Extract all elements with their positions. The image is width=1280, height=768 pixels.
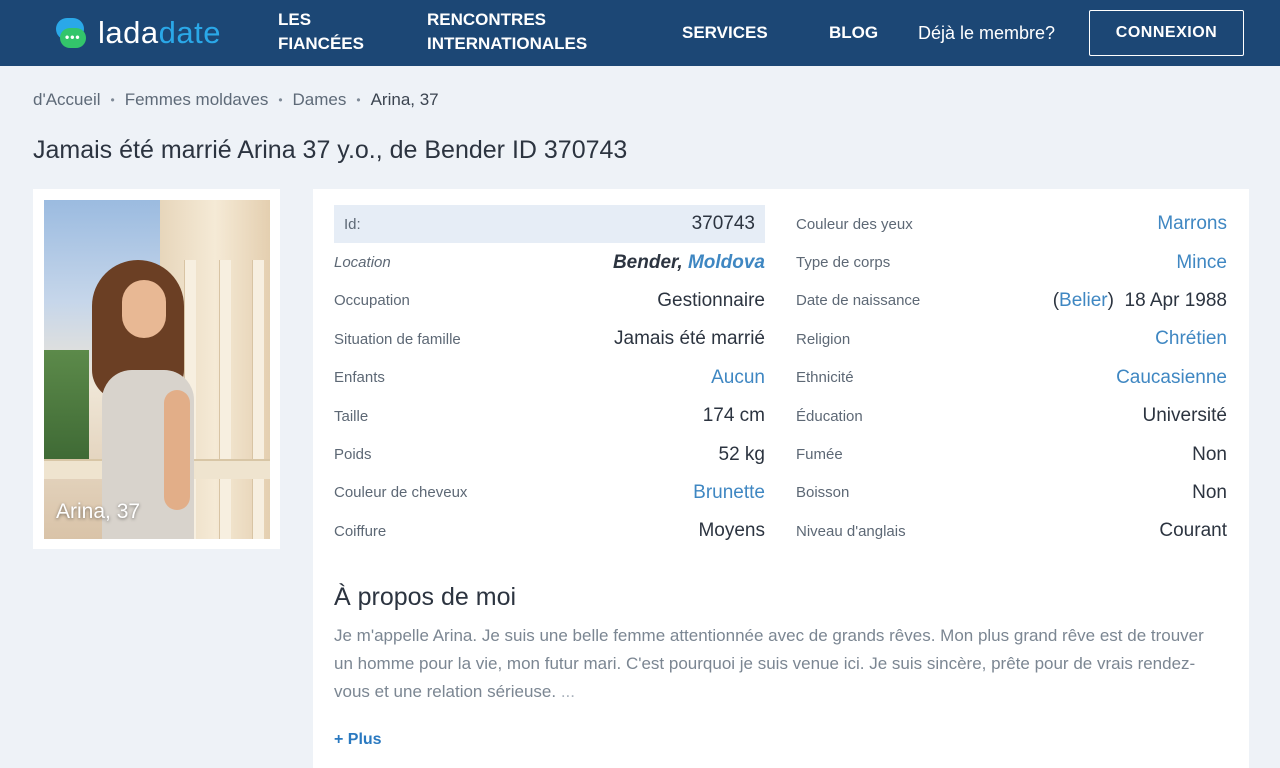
- children-label: Enfants: [334, 369, 385, 387]
- body-type-label: Type de corps: [796, 254, 891, 272]
- education-label: Éducation: [796, 407, 863, 425]
- nav-services[interactable]: SERVICES: [682, 21, 768, 45]
- chat-bubbles-icon: •••: [56, 16, 90, 50]
- zodiac-link[interactable]: Belier: [1059, 290, 1108, 311]
- detail-row-children: Enfants Aucun: [334, 359, 765, 397]
- hair-color-label: Couleur de cheveux: [334, 484, 468, 502]
- breadcrumb-current: Arina, 37: [370, 90, 439, 109]
- breadcrumb-separator: •: [356, 93, 361, 107]
- detail-row-hair-color: Couleur de cheveux Brunette: [334, 474, 765, 512]
- photo-face: [122, 280, 166, 338]
- location-label: Location: [334, 254, 391, 272]
- detail-row-eye-color: Couleur des yeux Marrons: [796, 205, 1227, 243]
- birth-date-label: Date de naissance: [796, 292, 921, 310]
- detail-row-body-type: Type de corps Mince: [796, 243, 1227, 281]
- logo-text: ladadate: [98, 15, 221, 50]
- site-logo[interactable]: ••• ladadate: [56, 14, 221, 52]
- login-button[interactable]: CONNEXION: [1089, 10, 1244, 56]
- drinking-label: Boisson: [796, 484, 850, 502]
- photo-arm: [164, 390, 190, 510]
- profile-details-panel: Id: 370743 Location Bender, Moldova Occu…: [313, 189, 1249, 768]
- weight-value: 52 kg: [718, 443, 765, 465]
- detail-row-location: Location Bender, Moldova: [334, 243, 765, 281]
- detail-row-religion: Religion Chrétien: [796, 320, 1227, 358]
- id-value: 370743: [691, 213, 755, 235]
- nav-fiancees-line1: LES: [278, 10, 312, 29]
- marital-value: Jamais été marrié: [614, 328, 765, 350]
- bracket-close: ): [1107, 289, 1114, 311]
- details-right-column: Couleur des yeux Marrons Type de corps M…: [796, 205, 1227, 551]
- id-label: Id:: [344, 215, 361, 233]
- site-header: ••• ladadate LES FIANCÉES RENCONTRES INT…: [0, 0, 1280, 66]
- profile-photo[interactable]: Arina, 37: [44, 200, 270, 539]
- about-me-text: Je m'appelle Arina. Je suis une belle fe…: [334, 622, 1214, 706]
- nav-blog[interactable]: BLOG: [829, 21, 878, 45]
- religion-link[interactable]: Chrétien: [1155, 328, 1227, 350]
- height-value: 174 cm: [702, 405, 765, 427]
- detail-row-occupation: Occupation Gestionnaire: [334, 282, 765, 320]
- location-value: Bender, Moldova: [613, 252, 765, 274]
- body-type-link[interactable]: Mince: [1176, 252, 1227, 274]
- nav-intl-line2: INTERNATIONALES: [427, 34, 588, 53]
- hair-color-link[interactable]: Brunette: [693, 482, 765, 504]
- detail-row-smoking: Fumée Non: [796, 435, 1227, 473]
- about-me-body: Je m'appelle Arina. Je suis une belle fe…: [334, 626, 1204, 701]
- children-link[interactable]: Aucun: [711, 367, 765, 389]
- height-label: Taille: [334, 407, 369, 425]
- marital-label: Situation de famille: [334, 330, 461, 348]
- ethnicity-link[interactable]: Caucasienne: [1116, 367, 1227, 389]
- nav-fiancees[interactable]: LES FIANCÉES: [278, 8, 388, 56]
- photo-caption: Arina, 37: [56, 500, 141, 523]
- breadcrumb-separator: •: [110, 93, 115, 107]
- eye-color-label: Couleur des yeux: [796, 215, 913, 233]
- show-more-link[interactable]: + Plus: [334, 729, 382, 751]
- detail-row-id: Id: 370743: [334, 205, 765, 244]
- about-me-title: À propos de moi: [334, 583, 517, 611]
- drinking-value: Non: [1192, 481, 1227, 503]
- detail-row-marital: Situation de famille Jamais été marrié: [334, 320, 765, 358]
- location-country-link[interactable]: Moldova: [688, 252, 765, 273]
- photo-column: [219, 260, 231, 539]
- detail-row-weight: Poids 52 kg: [334, 435, 765, 473]
- eye-color-link[interactable]: Marrons: [1157, 213, 1227, 235]
- location-city: Bender,: [612, 251, 683, 273]
- ethnicity-label: Ethnicité: [796, 369, 854, 387]
- english-level-value: Courant: [1159, 520, 1227, 542]
- about-me-ellipsis: ...: [560, 682, 575, 701]
- breadcrumb-home[interactable]: d'Accueil: [33, 90, 101, 110]
- detail-row-drinking: Boisson Non: [796, 474, 1227, 512]
- breadcrumb-moldovan-women[interactable]: Femmes moldaves: [125, 90, 269, 110]
- occupation-value: Gestionnaire: [657, 289, 765, 311]
- detail-row-education: Éducation Université: [796, 397, 1227, 435]
- nav-fiancees-line2: FIANCÉES: [278, 34, 364, 53]
- birth-date: 18 Apr 1988: [1124, 289, 1227, 311]
- already-member-link[interactable]: Déjà le membre?: [918, 21, 1055, 45]
- detail-row-height: Taille 174 cm: [334, 397, 765, 435]
- breadcrumb-separator: •: [278, 93, 283, 107]
- hairstyle-value: Moyens: [698, 520, 765, 542]
- nav-international-dating[interactable]: RENCONTRES INTERNATIONALES: [427, 8, 617, 56]
- weight-label: Poids: [334, 446, 372, 464]
- page-title: Jamais été marrié Arina 37 y.o., de Bend…: [33, 136, 628, 164]
- smoking-label: Fumée: [796, 446, 843, 464]
- birth-date-value: (Belier) 18 Apr 1988: [1053, 290, 1227, 312]
- smoking-value: Non: [1192, 443, 1227, 465]
- details-left-column: Id: 370743 Location Bender, Moldova Occu…: [334, 205, 765, 551]
- education-value: Université: [1142, 405, 1227, 427]
- hairstyle-label: Coiffure: [334, 522, 387, 540]
- breadcrumb-ladies[interactable]: Dames: [293, 90, 347, 110]
- occupation-label: Occupation: [334, 292, 410, 310]
- detail-row-birth-date: Date de naissance (Belier) 18 Apr 1988: [796, 282, 1227, 320]
- photo-column: [252, 260, 264, 539]
- detail-row-hairstyle: Coiffure Moyens: [334, 512, 765, 550]
- profile-photo-card: Arina, 37: [33, 189, 280, 549]
- breadcrumb: d'Accueil • Femmes moldaves • Dames • Ar…: [33, 90, 439, 110]
- nav-intl-line1: RENCONTRES: [427, 10, 547, 29]
- detail-row-ethnicity: Ethnicité Caucasienne: [796, 359, 1227, 397]
- english-level-label: Niveau d'anglais: [796, 522, 906, 540]
- detail-row-english-level: Niveau d'anglais Courant: [796, 512, 1227, 550]
- religion-label: Religion: [796, 330, 851, 348]
- photo-foliage: [44, 350, 89, 460]
